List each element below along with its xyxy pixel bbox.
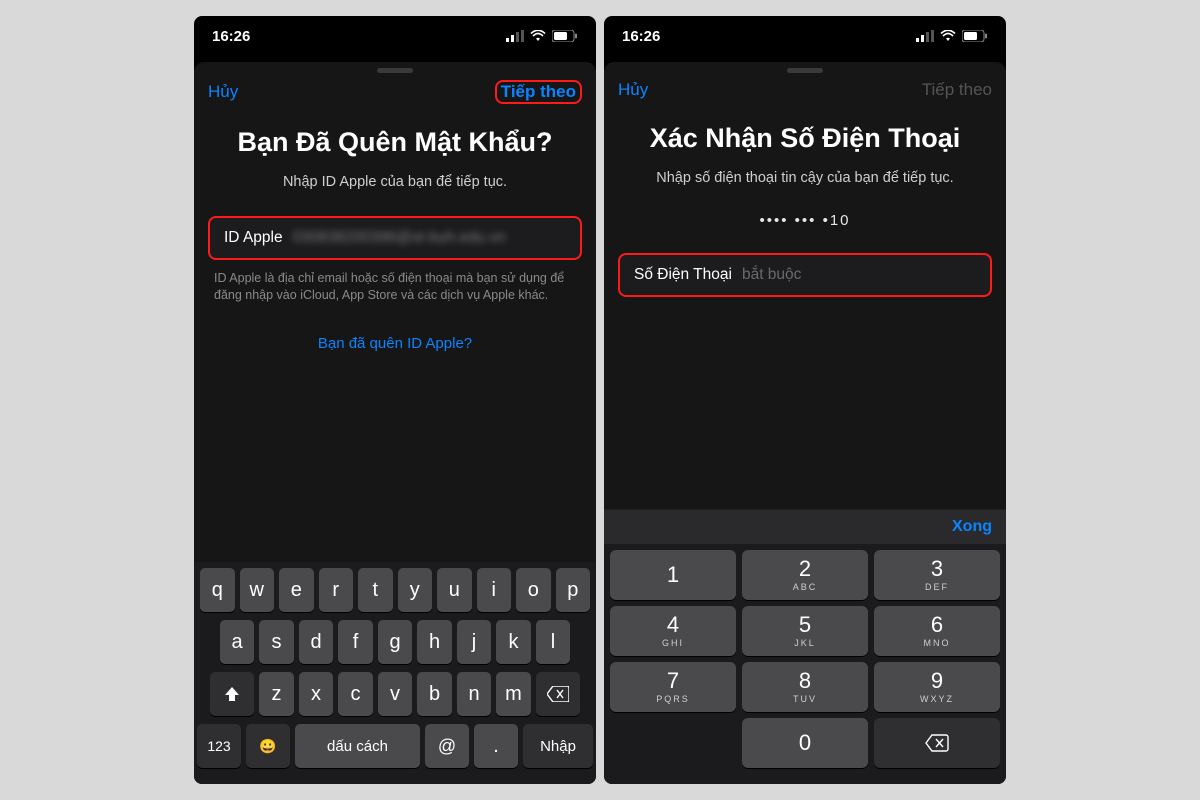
status-time: 16:26	[622, 28, 660, 45]
content-area: Bạn Đã Quên Mật Khẩu? Nhập ID Apple của …	[194, 108, 596, 562]
key-m[interactable]: m	[496, 672, 531, 716]
cancel-button[interactable]: Hủy	[208, 82, 238, 102]
numpad-key-2[interactable]: 2ABC	[742, 550, 868, 600]
page-subtitle: Nhập số điện thoại tin cậy của bạn để ti…	[656, 170, 953, 186]
key-x[interactable]: x	[299, 672, 334, 716]
status-time: 16:26	[212, 28, 250, 45]
numpad-blank	[610, 718, 736, 768]
key-s[interactable]: s	[259, 620, 294, 664]
numpad-backspace[interactable]	[874, 718, 1000, 768]
key-h[interactable]: h	[417, 620, 452, 664]
key-n[interactable]: n	[457, 672, 492, 716]
phone-number-field[interactable]: Số Điện Thoại bắt buộc	[618, 253, 992, 297]
modal-sheet: Hủy Tiếp theo Bạn Đã Quên Mật Khẩu? Nhập…	[194, 62, 596, 784]
masked-phone: •••• ••• •10	[759, 212, 850, 229]
return-key[interactable]: Nhập	[523, 724, 593, 768]
keyboard-qwerty: qwertyuiop asdfghjkl zxcvbnm 123 😀 dấu c…	[194, 562, 596, 784]
numpad-key-1[interactable]: 1	[610, 550, 736, 600]
cancel-button[interactable]: Hủy	[618, 80, 648, 100]
key-g[interactable]: g	[378, 620, 413, 664]
page-title: Bạn Đã Quên Mật Khẩu?	[237, 126, 552, 160]
dot-key[interactable]: .	[474, 724, 518, 768]
numpad-key-4[interactable]: 4GHI	[610, 606, 736, 656]
emoji-key[interactable]: 😀	[246, 724, 290, 768]
key-q[interactable]: q	[200, 568, 235, 612]
apple-id-field[interactable]: ID Apple 030838200396@st-buh.edu.vn	[208, 216, 582, 260]
modal-sheet: Hủy Tiếp theo Xác Nhận Số Điện Thoại Nhậ…	[604, 62, 1006, 784]
apple-id-value: 030838200396@st-buh.edu.vn	[293, 229, 566, 247]
phone-label: Số Điện Thoại	[634, 266, 732, 284]
shift-key[interactable]	[210, 672, 254, 716]
battery-icon	[962, 30, 988, 42]
content-area: Xác Nhận Số Điện Thoại Nhập số điện thoạ…	[604, 104, 1006, 509]
key-p[interactable]: p	[556, 568, 591, 612]
key-k[interactable]: k	[496, 620, 531, 664]
sheet-handle[interactable]	[787, 68, 823, 73]
numpad-key-8[interactable]: 8TUV	[742, 662, 868, 712]
key-v[interactable]: v	[378, 672, 413, 716]
apple-id-label: ID Apple	[224, 229, 283, 247]
key-f[interactable]: f	[338, 620, 373, 664]
key-l[interactable]: l	[536, 620, 571, 664]
battery-icon	[552, 30, 578, 42]
numeric-switch-key[interactable]: 123	[197, 724, 241, 768]
space-key[interactable]: dấu cách	[295, 724, 420, 768]
key-d[interactable]: d	[299, 620, 334, 664]
key-e[interactable]: e	[279, 568, 314, 612]
status-right	[916, 30, 988, 42]
key-c[interactable]: c	[338, 672, 373, 716]
phone-left: 16:26 Hủy Tiếp theo	[194, 16, 596, 784]
wifi-icon	[940, 30, 956, 42]
status-bar: 16:26	[194, 16, 596, 56]
key-i[interactable]: i	[477, 568, 512, 612]
next-button[interactable]: Tiếp theo	[501, 82, 576, 101]
keyboard-numpad: 12ABC3DEF 4GHI5JKL6MNO 7PQRS8TUV9WXYZ 0	[604, 544, 1006, 784]
numpad-key-5[interactable]: 5JKL	[742, 606, 868, 656]
forgot-apple-id-link[interactable]: Bạn đã quên ID Apple?	[318, 335, 472, 352]
key-b[interactable]: b	[417, 672, 452, 716]
key-o[interactable]: o	[516, 568, 551, 612]
next-button-highlight: Tiếp theo	[495, 80, 582, 104]
status-right	[506, 30, 578, 42]
numpad-key-7[interactable]: 7PQRS	[610, 662, 736, 712]
numpad-key-6[interactable]: 6MNO	[874, 606, 1000, 656]
signal-icon	[916, 30, 934, 42]
numpad-key-9[interactable]: 9WXYZ	[874, 662, 1000, 712]
phone-right: 16:26 Hủy Tiếp theo Xác Nhận Số Điệ	[604, 16, 1006, 784]
next-button: Tiếp theo	[922, 80, 992, 100]
field-hint: ID Apple là địa chỉ email hoặc số điện t…	[208, 260, 582, 305]
phone-placeholder: bắt buộc	[742, 266, 801, 284]
status-bar: 16:26	[604, 16, 1006, 56]
numpad-key-3[interactable]: 3DEF	[874, 550, 1000, 600]
at-key[interactable]: @	[425, 724, 469, 768]
page-title: Xác Nhận Số Điện Thoại	[650, 122, 961, 156]
key-a[interactable]: a	[220, 620, 255, 664]
key-j[interactable]: j	[457, 620, 492, 664]
wifi-icon	[530, 30, 546, 42]
key-r[interactable]: r	[319, 568, 354, 612]
page-subtitle: Nhập ID Apple của bạn để tiếp tục.	[283, 174, 507, 190]
signal-icon	[506, 30, 524, 42]
key-y[interactable]: y	[398, 568, 433, 612]
key-t[interactable]: t	[358, 568, 393, 612]
backspace-key[interactable]	[536, 672, 580, 716]
key-w[interactable]: w	[240, 568, 275, 612]
done-button[interactable]: Xong	[952, 518, 992, 536]
key-z[interactable]: z	[259, 672, 294, 716]
numpad-key-0[interactable]: 0	[742, 718, 868, 768]
nav-bar: Hủy Tiếp theo	[604, 78, 1006, 104]
sheet-handle[interactable]	[377, 68, 413, 73]
key-u[interactable]: u	[437, 568, 472, 612]
nav-bar: Hủy Tiếp theo	[194, 78, 596, 108]
keyboard-accessory: Xong	[604, 509, 1006, 544]
